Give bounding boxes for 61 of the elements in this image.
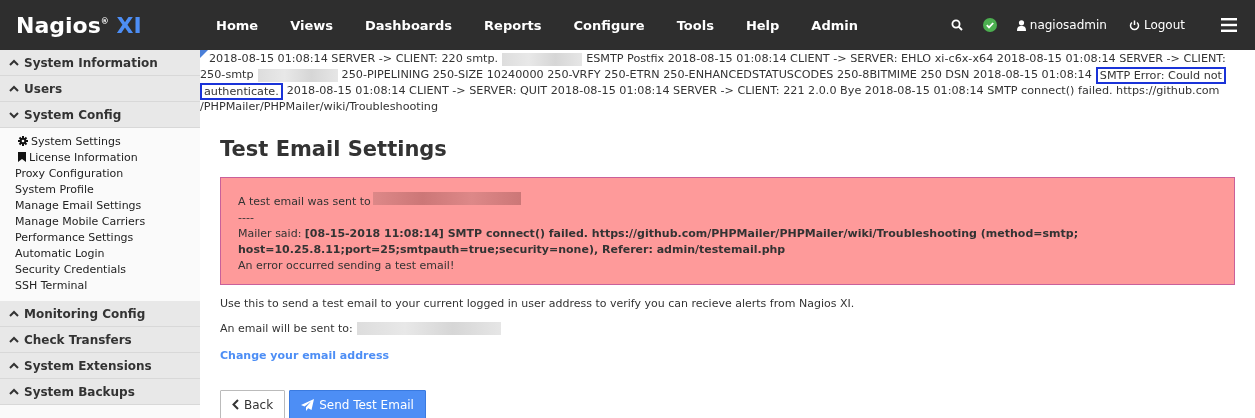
log-text: 2018-08-15 01:08:14 SERVER -> CLIENT: 220 smtp. — [209, 51, 499, 67]
sidebar-link[interactable]: Automatic Login — [15, 246, 105, 260]
corner-marker-icon — [200, 50, 208, 58]
alert-text: An error occurred sending a test email! — [238, 259, 455, 272]
chevron-down-icon — [9, 110, 19, 119]
bookmark-icon — [18, 152, 26, 162]
sidebar-link[interactable]: Security Credentials — [15, 262, 126, 276]
user-icon — [1016, 19, 1026, 31]
nav-link[interactable]: Views — [274, 17, 350, 33]
nav-link[interactable]: Configure — [557, 17, 661, 33]
search-icon[interactable] — [950, 19, 963, 31]
page-title: Test Email Settings — [220, 137, 448, 161]
sidebar-section-header[interactable]: Monitoring Config — [0, 301, 200, 327]
alert-text: A test email was sent to — [238, 195, 371, 208]
sidebar-link[interactable]: System Settings — [31, 134, 121, 148]
chevron-up-icon — [9, 58, 19, 67]
sidebar-section-header[interactable]: System Backups — [0, 379, 200, 405]
alert-message: Mailer said: [08-15-2018 11:08:14] SMTP connect() failed. https://github.com/PHPMailer/PHPMailer/wiki/Troubleshooting (method=smtp; host=10.25.8.11;port=25;smtpauth=true;security=none), Referer: admin/testemail.php — [238, 227, 1079, 256]
chevron-up-icon — [9, 309, 19, 318]
log-text: 250-PIPELINING 250-SIZE 10240000 250-VRFY 250-ETRN 250-ENHANCEDSTATUSCODES 250-8BITMIME 250 DSN 2018-08-15 01:08:14 — [341, 67, 1092, 83]
log-text: /PHPMailer/PHPMailer/wiki/Troubleshooting — [200, 99, 438, 115]
logo[interactable]: Nagios$^{®}$ XI — [0, 12, 200, 38]
chevron-up-icon — [9, 361, 19, 370]
nav-link[interactable]: Dashboards — [349, 17, 469, 33]
sidebar-link[interactable]: Performance Settings — [15, 230, 134, 244]
status-check-icon[interactable] — [982, 18, 997, 32]
log-text: ESMTP Postfix 2018-08-15 01:08:14 CLIENT -> SERVER: EHLO xi-c6x-x64 2018-08-15 01:08:14 SERVER -> CLIENT: — [586, 51, 1226, 67]
alert-separator: ---- — [238, 211, 254, 224]
chevron-up-icon — [9, 84, 19, 93]
paper-plane-icon — [301, 398, 315, 411]
user-link[interactable]: nagiosadmin — [1016, 18, 1107, 32]
sidebar-link[interactable]: License Information — [29, 150, 138, 164]
sidebar-link[interactable]: SSH Terminal — [15, 278, 88, 292]
log-text: 2018-08-15 01:08:14 CLIENT -> SERVER: QUIT 2018-08-15 01:08:14 SERVER -> CLIENT: 221 2.0.0 Bye 2018-08-15 01:08:14 SMTP connect() failed. https://github.com — [286, 83, 1220, 99]
gear-icon — [18, 136, 28, 146]
nav-link[interactable]: Help — [729, 17, 796, 33]
back-button[interactable]: Back — [220, 390, 286, 418]
chevron-up-icon — [9, 335, 19, 344]
sidebar-link[interactable]: Proxy Configuration — [15, 166, 124, 180]
highlighted-log-text: authenticate. — [200, 82, 283, 100]
logout-link[interactable]: Logout — [1128, 18, 1185, 32]
sidebar-section-header[interactable]: System Information — [0, 50, 200, 76]
sidebar-link[interactable]: Manage Mobile Carriers — [15, 214, 146, 228]
nav-link[interactable]: Admin — [795, 17, 874, 33]
log-text: 250-smtp — [200, 67, 254, 83]
sidebar-link[interactable]: System Profile — [15, 182, 94, 196]
chevron-up-icon — [9, 387, 19, 396]
highlighted-log-text: SMTP Error: Could not — [1095, 66, 1226, 84]
power-icon — [1128, 19, 1140, 31]
recipient-label: An email will be sent to: — [220, 322, 353, 335]
nav-link[interactable]: Home — [200, 17, 275, 33]
description-text: Use this to send a test email to your current logged in user address to verify you can recieve alerts from Nagios XI. — [220, 297, 856, 310]
sidebar-section-header[interactable]: System Extensions — [0, 353, 200, 379]
chevron-left-icon — [232, 399, 239, 410]
sidebar-section-header[interactable]: System Config — [0, 102, 200, 128]
nav-link[interactable]: Tools — [660, 17, 730, 33]
sidebar-section-header[interactable]: Users — [0, 76, 200, 102]
nav-link[interactable]: Reports — [468, 17, 558, 33]
sidebar-link[interactable]: Manage Email Settings — [15, 198, 142, 212]
sidebar-section-header[interactable]: Check Transfers — [0, 327, 200, 353]
menu-icon[interactable] — [1221, 18, 1237, 32]
